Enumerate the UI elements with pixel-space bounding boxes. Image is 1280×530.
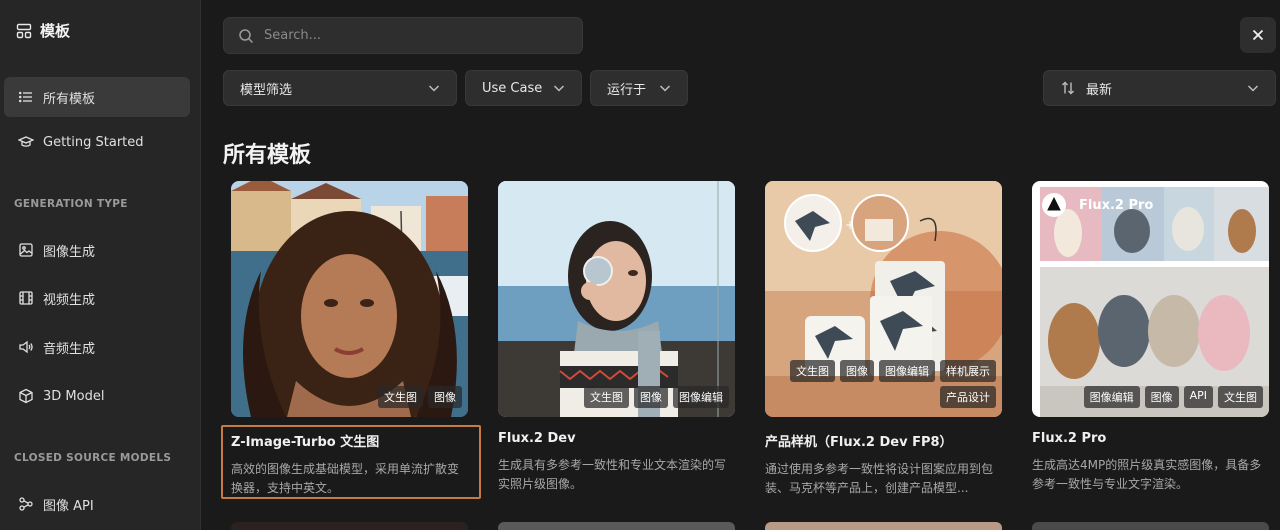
sort-dropdown[interactable]: 最新: [1043, 70, 1276, 106]
tag: 文生图: [378, 386, 423, 408]
runs-on-label: 运行于: [607, 82, 647, 98]
film-icon: [18, 290, 34, 306]
search-icon: [238, 28, 254, 44]
search-bar[interactable]: [223, 17, 583, 54]
tag: 文生图: [790, 360, 835, 382]
model-filter-label: 模型筛选: [240, 82, 293, 98]
sidebar-item-image-generation[interactable]: 图像生成: [4, 230, 190, 270]
sidebar-item-audio-generation[interactable]: 音频生成: [4, 327, 190, 367]
card-tags: 文生图 图像 图像编辑: [584, 386, 729, 408]
card-thumbnail: 文生图 图像: [231, 181, 468, 417]
card-thumbnail: + 文生图 图像 图像编辑 样机展示 产品设计: [765, 181, 1002, 417]
sidebar-item-label: 图像生成: [43, 244, 96, 260]
close-icon: [1250, 27, 1266, 43]
sidebar-item-getting-started[interactable]: Getting Started: [4, 122, 190, 162]
plush-animals-collage-image: [1032, 181, 1269, 417]
tag: API: [1183, 386, 1213, 408]
overlay-label: Flux.2 Pro: [1079, 198, 1154, 213]
cube-icon: [18, 388, 34, 404]
next-row-card-peek: [231, 522, 468, 530]
sort-label: 最新: [1086, 82, 1113, 98]
tag: 图像: [634, 386, 668, 408]
portrait-curly-hair-image: [231, 181, 468, 417]
chevron-down-icon: [426, 80, 442, 96]
card-description: 通过使用多参考一致性将设计图案应用到包装、马克杯等产品上，创建产品模型...: [765, 462, 994, 495]
sidebar-item-label: 视频生成: [43, 292, 96, 308]
list-icon: [18, 89, 34, 105]
templates-icon: [16, 23, 32, 39]
tag: 图像: [428, 386, 462, 408]
close-button[interactable]: [1240, 17, 1276, 53]
section-generation-type: GENERATION TYPE: [14, 198, 128, 210]
sidebar-title: 模板: [40, 22, 71, 40]
sidebar-item-all-templates[interactable]: 所有模板: [4, 77, 190, 117]
card-description: 生成高达4MP的照片级真实感图像，具备多参考一致性与专业文字渲染。: [1032, 458, 1262, 491]
selection-highlight: [221, 425, 481, 499]
card-title: Flux.2 Pro: [1032, 431, 1107, 446]
next-row-card-peek: [498, 522, 735, 530]
tag: 文生图: [584, 386, 629, 408]
use-case-label: Use Case: [482, 80, 543, 96]
card-thumbnail: Flux.2 Pro 图像编辑 图像 API 文生图: [1032, 181, 1269, 417]
section-closed-source-models: CLOSED SOURCE MODELS: [14, 452, 172, 464]
tag: 产品设计: [940, 386, 996, 408]
audio-icon: [18, 339, 34, 355]
card-title: 产品样机（Flux.2 Dev FP8）: [765, 435, 953, 450]
tag: 图像: [840, 360, 874, 382]
template-card-product-mockup[interactable]: + 文生图 图像 图像编辑 样机展示 产品设计 产品样机（Flux.2 Dev …: [765, 181, 1002, 498]
sidebar-header: 模板: [16, 20, 70, 41]
card-thumbnail: 文生图 图像 图像编辑: [498, 181, 735, 417]
sidebar-item-image-api[interactable]: 图像 API: [4, 484, 190, 524]
page-title: 所有模板: [223, 143, 312, 168]
next-row-card-peek: [765, 522, 1002, 530]
card-tags: 产品设计: [940, 386, 996, 408]
sort-icon: [1060, 80, 1076, 96]
sidebar-item-3d-model[interactable]: 3D Model: [4, 376, 190, 416]
sidebar-item-label: Getting Started: [43, 134, 144, 150]
chevron-down-icon: [551, 80, 567, 96]
image-api-icon: [18, 496, 34, 512]
template-card-flux2-pro[interactable]: Flux.2 Pro 图像编辑 图像 API 文生图 Flux.2 Pro 生成…: [1032, 181, 1269, 494]
card-tags: 文生图 图像: [378, 386, 462, 408]
sidebar-item-label: 3D Model: [43, 388, 105, 404]
card-description: 生成具有多参考一致性和专业文本渲染的写实照片级图像。: [498, 458, 727, 491]
runs-on-dropdown[interactable]: 运行于: [590, 70, 688, 106]
sidebar-item-label: 音频生成: [43, 341, 96, 357]
tag: 图像编辑: [1083, 386, 1140, 408]
next-row-card-peek: [1032, 522, 1269, 530]
search-input[interactable]: [264, 28, 564, 43]
use-case-dropdown[interactable]: Use Case: [465, 70, 582, 106]
sidebar: 模板 所有模板 Getting Started GENERATION TYPE …: [0, 0, 201, 530]
sidebar-item-label: 图像 API: [43, 498, 94, 514]
model-filter-dropdown[interactable]: 模型筛选: [223, 70, 457, 106]
chevron-down-icon: [657, 80, 673, 96]
sidebar-item-label: 所有模板: [43, 91, 96, 107]
tag: 图像编辑: [879, 360, 935, 382]
graduation-cap-icon: [18, 134, 34, 150]
woman-scarf-beach-image: [498, 181, 735, 417]
card-tags: 图像编辑 图像 API 文生图: [1083, 386, 1263, 408]
tag: 样机展示: [940, 360, 996, 382]
card-tags-top: 文生图 图像 图像编辑 样机展示: [790, 360, 996, 382]
card-title: Flux.2 Dev: [498, 431, 576, 446]
tag: 图像编辑: [673, 386, 729, 408]
sidebar-item-video-generation[interactable]: 视频生成: [4, 278, 190, 318]
chevron-down-icon: [1245, 80, 1261, 96]
template-card-flux2-dev[interactable]: 文生图 图像 图像编辑 Flux.2 Dev 生成具有多参考一致性和专业文本渲染…: [498, 181, 735, 494]
image-icon: [18, 242, 34, 258]
tag: 文生图: [1218, 386, 1263, 408]
tag: 图像: [1144, 386, 1179, 408]
